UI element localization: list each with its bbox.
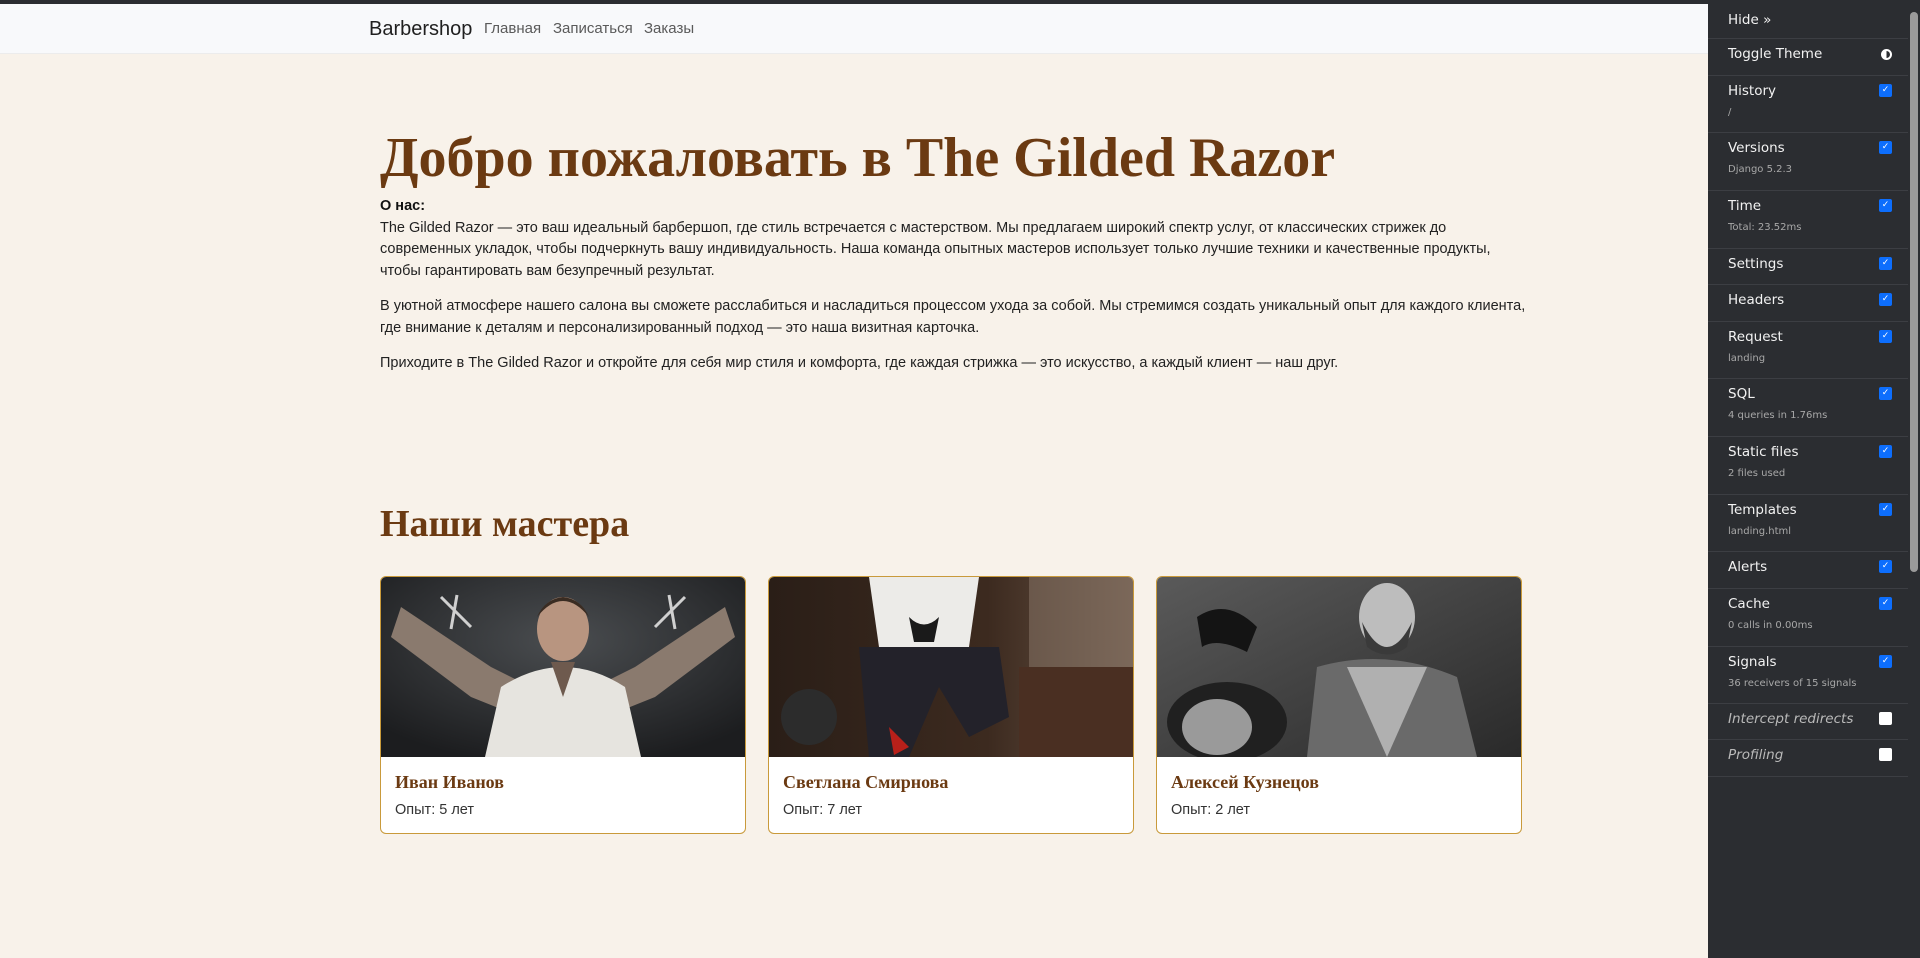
master-name: Светлана Смирнова xyxy=(783,772,949,792)
panel-checkbox[interactable]: ✓ xyxy=(1879,712,1892,725)
panel-label: Templates xyxy=(1728,502,1797,518)
panel-label: Headers xyxy=(1728,292,1785,308)
panel-subtitle: 36 receivers of 15 signals xyxy=(1728,678,1857,689)
nav-link-orders[interactable]: Заказы xyxy=(644,20,694,37)
panel-checkbox[interactable]: ✓ xyxy=(1879,293,1892,306)
about-label: О нас: xyxy=(380,198,426,214)
panel-sql[interactable]: SQL 4 queries in 1.76ms ✓ xyxy=(1708,378,1908,437)
hide-toolbar-button[interactable]: Hide » xyxy=(1708,4,1908,39)
panel-label: Request xyxy=(1728,329,1783,345)
panel-label: Static files xyxy=(1728,444,1799,460)
panel-subtitle: 2 files used xyxy=(1728,468,1786,479)
master-photo xyxy=(769,577,1133,757)
panel-checkbox[interactable]: ✓ xyxy=(1879,560,1892,573)
panel-checkbox[interactable]: ✓ xyxy=(1879,84,1892,97)
master-card[interactable]: Иван Иванов Опыт: 5 лет xyxy=(380,576,746,834)
panel-subtitle: Django 5.2.3 xyxy=(1728,164,1793,175)
panel-checkbox[interactable]: ✓ xyxy=(1879,748,1892,761)
panel-signals[interactable]: Signals 36 receivers of 15 signals ✓ xyxy=(1708,646,1908,704)
panel-time[interactable]: Time Total: 23.52ms ✓ xyxy=(1708,190,1908,249)
panel-headers[interactable]: Headers ✓ xyxy=(1708,284,1908,322)
master-photo xyxy=(1157,577,1521,757)
nav-link-book[interactable]: Записаться xyxy=(553,20,633,37)
contrast-icon xyxy=(1881,49,1892,60)
panel-checkbox[interactable]: ✓ xyxy=(1879,655,1892,668)
page-title: Добро пожаловать в The Gilded Razor xyxy=(380,127,1336,189)
panel-label: History xyxy=(1728,83,1777,99)
panel-settings[interactable]: Settings ✓ xyxy=(1708,248,1908,285)
debug-toolbar: Hide » Toggle Theme History / ✓ Versions… xyxy=(1708,4,1920,958)
panel-templates[interactable]: Templates landing.html ✓ xyxy=(1708,494,1908,552)
panel-checkbox[interactable]: ✓ xyxy=(1879,597,1892,610)
hide-label: Hide » xyxy=(1728,12,1772,28)
master-photo xyxy=(381,577,745,757)
panel-request[interactable]: Request landing ✓ xyxy=(1708,321,1908,379)
about-section: О нас: The Gilded Razor — это ваш идеаль… xyxy=(380,196,1526,389)
panel-subtitle: 4 queries in 1.76ms xyxy=(1728,410,1828,421)
panel-subtitle: landing xyxy=(1728,353,1766,364)
panel-checkbox[interactable]: ✓ xyxy=(1879,141,1892,154)
toggle-theme-label: Toggle Theme xyxy=(1728,46,1823,62)
panel-versions[interactable]: Versions Django 5.2.3 ✓ xyxy=(1708,132,1908,191)
panel-checkbox[interactable]: ✓ xyxy=(1879,387,1892,400)
about-paragraph: В уютной атмосфере нашего салона вы смож… xyxy=(380,298,1526,336)
master-name: Иван Иванов xyxy=(395,772,504,792)
panel-label: Intercept redirects xyxy=(1728,711,1854,727)
panel-checkbox[interactable]: ✓ xyxy=(1879,257,1892,270)
panel-checkbox[interactable]: ✓ xyxy=(1879,503,1892,516)
panel-static-files[interactable]: Static files 2 files used ✓ xyxy=(1708,436,1908,495)
panel-label: Signals xyxy=(1728,654,1777,670)
panel-label: SQL xyxy=(1728,386,1755,402)
panel-profiling[interactable]: Profiling ✓ xyxy=(1708,739,1908,777)
panel-label: Time xyxy=(1728,198,1762,214)
panel-checkbox[interactable]: ✓ xyxy=(1879,330,1892,343)
panel-label: Profiling xyxy=(1728,747,1784,763)
toolbar-scrollbar[interactable] xyxy=(1910,12,1918,572)
panel-checkbox[interactable]: ✓ xyxy=(1879,445,1892,458)
masters-heading: Наши мастера xyxy=(380,503,630,545)
panel-subtitle: Total: 23.52ms xyxy=(1728,222,1802,233)
panel-cache[interactable]: Cache 0 calls in 0.00ms ✓ xyxy=(1708,588,1908,647)
nav-link-home[interactable]: Главная xyxy=(484,20,541,37)
master-experience: Опыт: 7 лет xyxy=(783,802,863,818)
brand-link[interactable]: Barbershop xyxy=(369,18,472,41)
about-paragraph: Приходите в The Gilded Razor и откройте … xyxy=(380,355,1339,371)
panel-label: Cache xyxy=(1728,596,1770,612)
panel-subtitle: / xyxy=(1728,107,1732,118)
panel-history[interactable]: History / ✓ xyxy=(1708,75,1908,133)
panel-intercept-redirects[interactable]: Intercept redirects ✓ xyxy=(1708,703,1908,740)
panel-label: Versions xyxy=(1728,140,1785,156)
master-experience: Опыт: 2 лет xyxy=(1171,802,1251,818)
navbar: Barbershop Главная Записаться Заказы xyxy=(0,4,1708,54)
panel-checkbox[interactable]: ✓ xyxy=(1879,199,1892,212)
master-experience: Опыт: 5 лет xyxy=(395,802,475,818)
master-name: Алексей Кузнецов xyxy=(1171,772,1319,792)
toggle-theme-button[interactable]: Toggle Theme xyxy=(1708,38,1908,76)
about-paragraph: The Gilded Razor — это ваш идеальный бар… xyxy=(380,219,1491,279)
panel-alerts[interactable]: Alerts ✓ xyxy=(1708,551,1908,589)
panel-subtitle: landing.html xyxy=(1728,526,1792,537)
panel-label: Settings xyxy=(1728,256,1784,272)
panel-label: Alerts xyxy=(1728,559,1768,575)
panel-subtitle: 0 calls in 0.00ms xyxy=(1728,620,1813,631)
master-card[interactable]: Алексей Кузнецов Опыт: 2 лет xyxy=(1156,576,1522,834)
master-card[interactable]: Светлана Смирнова Опыт: 7 лет xyxy=(768,576,1134,834)
